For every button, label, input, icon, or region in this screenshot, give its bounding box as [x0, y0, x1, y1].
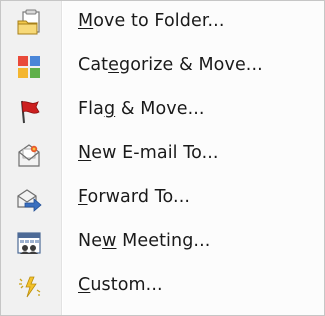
new-email-icon [18, 144, 40, 167]
forward-icon [17, 189, 42, 212]
menu-item-label: Categorize & Move... [78, 55, 263, 75]
menu-item-custom[interactable]: Custom... [1, 269, 324, 305]
flag-icon [21, 100, 40, 124]
menu-item-move-to-folder[interactable]: Move to Folder... [1, 5, 324, 41]
menu-item-label: Move to Folder... [78, 11, 225, 31]
menu-item-categorize-move[interactable]: Categorize & Move... [1, 49, 324, 85]
menu-item-new-meeting[interactable]: New Meeting... [1, 225, 324, 261]
menu-item-forward-to[interactable]: Forward To... [1, 181, 324, 217]
menu-item-label: New Meeting... [78, 231, 211, 251]
menu-item-label: New E-mail To... [78, 143, 219, 163]
categorize-icon [18, 56, 40, 78]
menu-item-new-email-to[interactable]: New E-mail To... [1, 137, 324, 173]
menu-item-label: Custom... [78, 275, 163, 295]
quick-steps-menu: Move to Folder... Categorize & Move... F… [0, 0, 325, 316]
custom-icon [19, 276, 41, 298]
move-to-folder-icon [17, 9, 40, 35]
menu-item-label: Flag & Move... [78, 99, 205, 119]
menu-item-label: Forward To... [78, 187, 191, 207]
new-meeting-icon [17, 232, 41, 254]
menu-item-flag-move[interactable]: Flag & Move... [1, 93, 324, 129]
